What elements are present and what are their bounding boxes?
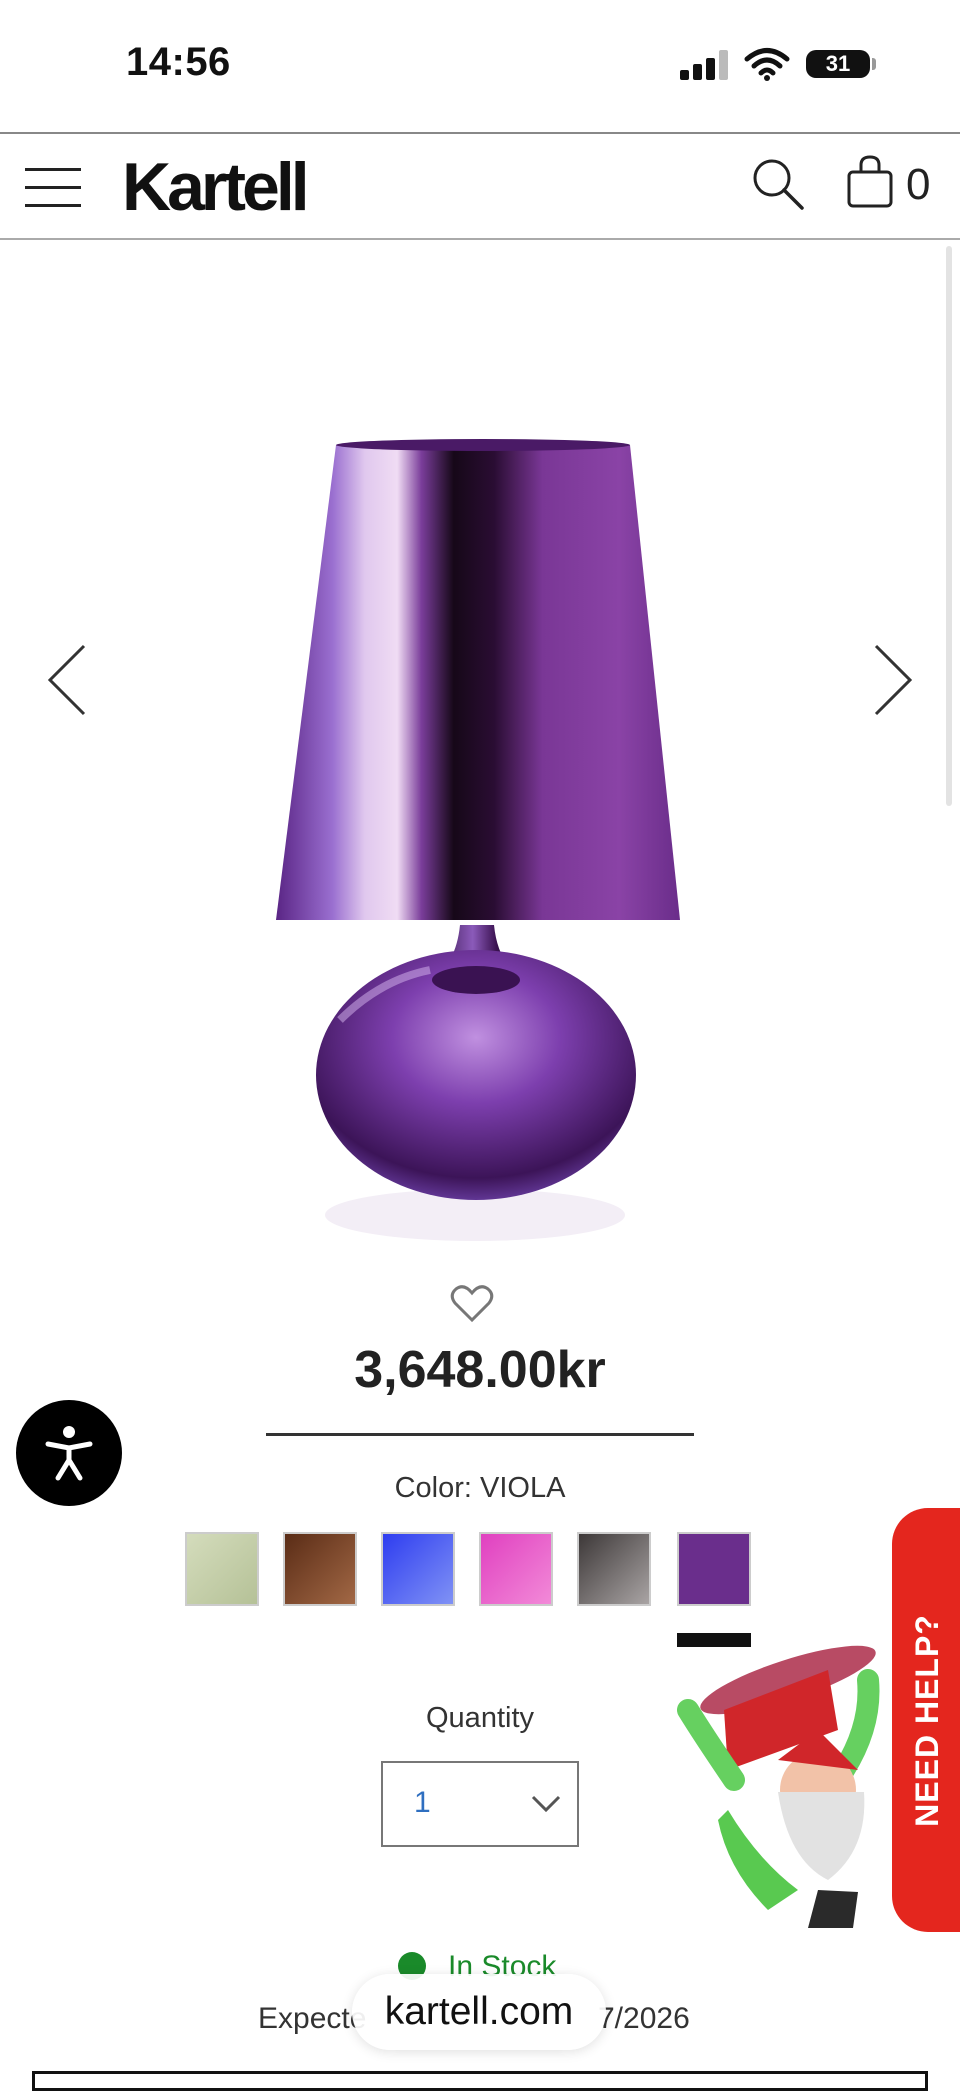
accessibility-icon bbox=[45, 1426, 93, 1481]
prev-image-arrow-icon[interactable] bbox=[40, 640, 92, 720]
status-time: 14:56 bbox=[126, 40, 231, 84]
cart-count: 0 bbox=[906, 160, 931, 209]
chevron-down-icon bbox=[531, 1795, 561, 1813]
expected-delivery-date: 7/2026 bbox=[598, 2002, 690, 2035]
color-swatch[interactable] bbox=[577, 1532, 651, 1606]
wifi-icon bbox=[744, 48, 790, 81]
color-swatch[interactable] bbox=[479, 1532, 553, 1606]
kartell-logo[interactable]: Kartell bbox=[122, 148, 310, 226]
product-image-lamp[interactable] bbox=[260, 420, 690, 1250]
color-label: Color: VIOLA bbox=[394, 1472, 566, 1504]
quantity-value: 1 bbox=[414, 1786, 431, 1819]
color-swatch[interactable] bbox=[185, 1532, 259, 1606]
scrollbar[interactable] bbox=[946, 246, 952, 806]
wishlist-heart-icon[interactable] bbox=[450, 1284, 494, 1324]
bag-icon[interactable] bbox=[846, 154, 894, 210]
next-image-arrow-icon[interactable] bbox=[868, 640, 920, 720]
browser-url-bar[interactable]: kartell.com bbox=[352, 1974, 606, 2050]
color-swatch[interactable] bbox=[283, 1532, 357, 1606]
add-to-cart-box[interactable] bbox=[32, 2071, 928, 2091]
gnome-mascot-illustration bbox=[677, 1645, 880, 1928]
need-help-text: NEED HELP? bbox=[908, 1613, 945, 1827]
search-icon[interactable] bbox=[750, 156, 806, 212]
signal-icon bbox=[680, 50, 732, 80]
color-swatch[interactable] bbox=[381, 1532, 455, 1606]
battery-level: 31 bbox=[825, 51, 851, 76]
need-help-label: NEED HELP? bbox=[892, 1508, 960, 1932]
product-price: 3,648.00kr bbox=[354, 1341, 606, 1399]
price-divider bbox=[266, 1433, 694, 1436]
battery-tip bbox=[872, 58, 876, 70]
expected-delivery-prefix: Expecte bbox=[258, 2002, 367, 2035]
menu-icon[interactable] bbox=[0, 160, 106, 216]
